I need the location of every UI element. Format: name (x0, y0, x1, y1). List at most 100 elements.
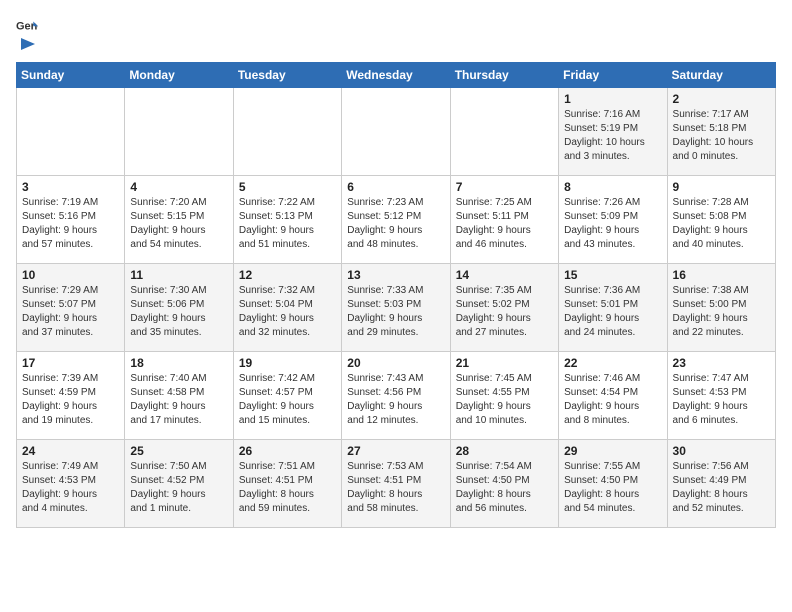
day-info: Sunrise: 7:53 AM Sunset: 4:51 PM Dayligh… (347, 460, 444, 516)
calendar-cell (342, 88, 450, 176)
calendar-cell: 12 Sunrise: 7:32 AM Sunset: 5:04 PM Dayli… (233, 264, 341, 352)
calendar-cell: 3Sunrise: 7:19 AM Sunset: 5:16 PM Daylig… (17, 176, 125, 264)
calendar-cell: 17 Sunrise: 7:39 AM Sunset: 4:59 PM Dayli… (17, 352, 125, 440)
calendar-cell (17, 88, 125, 176)
day-number: 14 (456, 268, 553, 282)
day-info: Sunrise: 7:28 AM Sunset: 5:08 PM Dayligh… (673, 196, 770, 252)
day-number: 29 (564, 444, 661, 458)
calendar-cell: 5 Sunrise: 7:22 AM Sunset: 5:13 PM Daylig… (233, 176, 341, 264)
calendar-table: SundayMondayTuesdayWednesdayThursdayFrid… (16, 62, 776, 528)
calendar-header: SundayMondayTuesdayWednesdayThursdayFrid… (17, 63, 776, 88)
day-info: Sunrise: 7:46 AM Sunset: 4:54 PM Dayligh… (564, 372, 661, 428)
calendar-cell: 9 Sunrise: 7:28 AM Sunset: 5:08 PM Daylig… (667, 176, 775, 264)
day-info: Sunrise: 7:56 AM Sunset: 4:49 PM Dayligh… (673, 460, 770, 516)
calendar-cell: 24 Sunrise: 7:49 AM Sunset: 4:53 PM Dayli… (17, 440, 125, 528)
calendar-body: 1 Sunrise: 7:16 AM Sunset: 5:19 PM Daylig… (17, 88, 776, 528)
logo-triangle-icon (17, 34, 37, 54)
day-number: 6 (347, 180, 444, 194)
calendar-cell (233, 88, 341, 176)
day-number: 22 (564, 356, 661, 370)
day-number: 13 (347, 268, 444, 282)
weekday-header-row: SundayMondayTuesdayWednesdayThursdayFrid… (17, 63, 776, 88)
calendar-week-5: 24 Sunrise: 7:49 AM Sunset: 4:53 PM Dayli… (17, 440, 776, 528)
calendar-cell: 2Sunrise: 7:17 AM Sunset: 5:18 PM Daylig… (667, 88, 775, 176)
day-info: Sunrise: 7:39 AM Sunset: 4:59 PM Dayligh… (22, 372, 119, 428)
day-number: 10 (22, 268, 119, 282)
day-number: 12 (239, 268, 336, 282)
calendar-cell: 23 Sunrise: 7:47 AM Sunset: 4:53 PM Dayli… (667, 352, 775, 440)
day-number: 26 (239, 444, 336, 458)
weekday-header-sunday: Sunday (17, 63, 125, 88)
day-number: 1 (564, 92, 661, 106)
calendar-cell: 11 Sunrise: 7:30 AM Sunset: 5:06 PM Dayli… (125, 264, 233, 352)
calendar-cell: 16Sunrise: 7:38 AM Sunset: 5:00 PM Dayli… (667, 264, 775, 352)
calendar-cell: 14 Sunrise: 7:35 AM Sunset: 5:02 PM Dayli… (450, 264, 558, 352)
calendar-cell: 7 Sunrise: 7:25 AM Sunset: 5:11 PM Daylig… (450, 176, 558, 264)
day-info: Sunrise: 7:45 AM Sunset: 4:55 PM Dayligh… (456, 372, 553, 428)
calendar-cell: 20Sunrise: 7:43 AM Sunset: 4:56 PM Dayli… (342, 352, 450, 440)
day-info: Sunrise: 7:43 AM Sunset: 4:56 PM Dayligh… (347, 372, 444, 428)
day-number: 2 (673, 92, 770, 106)
weekday-header-monday: Monday (125, 63, 233, 88)
day-number: 18 (130, 356, 227, 370)
day-info: Sunrise: 7:32 AM Sunset: 5:04 PM Dayligh… (239, 284, 336, 340)
day-info: Sunrise: 7:22 AM Sunset: 5:13 PM Dayligh… (239, 196, 336, 252)
calendar-cell: 19Sunrise: 7:42 AM Sunset: 4:57 PM Dayli… (233, 352, 341, 440)
day-info: Sunrise: 7:38 AM Sunset: 5:00 PM Dayligh… (673, 284, 770, 340)
calendar-cell: 15Sunrise: 7:36 AM Sunset: 5:01 PM Dayli… (559, 264, 667, 352)
day-info: Sunrise: 7:23 AM Sunset: 5:12 PM Dayligh… (347, 196, 444, 252)
calendar-week-4: 17 Sunrise: 7:39 AM Sunset: 4:59 PM Dayli… (17, 352, 776, 440)
page-header: General (16, 16, 776, 50)
calendar-cell: 28 Sunrise: 7:54 AM Sunset: 4:50 PM Dayli… (450, 440, 558, 528)
day-info: Sunrise: 7:35 AM Sunset: 5:02 PM Dayligh… (456, 284, 553, 340)
calendar-cell: 29Sunrise: 7:55 AM Sunset: 4:50 PM Dayli… (559, 440, 667, 528)
day-number: 21 (456, 356, 553, 370)
day-info: Sunrise: 7:30 AM Sunset: 5:06 PM Dayligh… (130, 284, 227, 340)
calendar-week-2: 3Sunrise: 7:19 AM Sunset: 5:16 PM Daylig… (17, 176, 776, 264)
day-number: 27 (347, 444, 444, 458)
calendar-cell: 10Sunrise: 7:29 AM Sunset: 5:07 PM Dayli… (17, 264, 125, 352)
day-info: Sunrise: 7:47 AM Sunset: 4:53 PM Dayligh… (673, 372, 770, 428)
calendar-cell: 1 Sunrise: 7:16 AM Sunset: 5:19 PM Daylig… (559, 88, 667, 176)
day-info: Sunrise: 7:54 AM Sunset: 4:50 PM Dayligh… (456, 460, 553, 516)
day-number: 7 (456, 180, 553, 194)
day-info: Sunrise: 7:33 AM Sunset: 5:03 PM Dayligh… (347, 284, 444, 340)
day-number: 30 (673, 444, 770, 458)
logo-icon: General (16, 18, 38, 36)
calendar-cell: 25 Sunrise: 7:50 AM Sunset: 4:52 PM Dayli… (125, 440, 233, 528)
day-info: Sunrise: 7:50 AM Sunset: 4:52 PM Dayligh… (130, 460, 227, 516)
day-number: 24 (22, 444, 119, 458)
logo: General (16, 16, 38, 50)
day-info: Sunrise: 7:20 AM Sunset: 5:15 PM Dayligh… (130, 196, 227, 252)
day-number: 25 (130, 444, 227, 458)
calendar-cell (450, 88, 558, 176)
calendar-cell: 8Sunrise: 7:26 AM Sunset: 5:09 PM Daylig… (559, 176, 667, 264)
day-number: 4 (130, 180, 227, 194)
calendar-cell: 22 Sunrise: 7:46 AM Sunset: 4:54 PM Dayli… (559, 352, 667, 440)
day-number: 9 (673, 180, 770, 194)
day-number: 8 (564, 180, 661, 194)
calendar-cell: 21 Sunrise: 7:45 AM Sunset: 4:55 PM Dayli… (450, 352, 558, 440)
weekday-header-thursday: Thursday (450, 63, 558, 88)
weekday-header-friday: Friday (559, 63, 667, 88)
weekday-header-saturday: Saturday (667, 63, 775, 88)
day-number: 28 (456, 444, 553, 458)
day-number: 23 (673, 356, 770, 370)
weekday-header-tuesday: Tuesday (233, 63, 341, 88)
day-number: 5 (239, 180, 336, 194)
calendar-cell (125, 88, 233, 176)
day-info: Sunrise: 7:25 AM Sunset: 5:11 PM Dayligh… (456, 196, 553, 252)
calendar-cell: 30 Sunrise: 7:56 AM Sunset: 4:49 PM Dayli… (667, 440, 775, 528)
day-number: 11 (130, 268, 227, 282)
svg-text:General: General (16, 20, 38, 32)
day-info: Sunrise: 7:36 AM Sunset: 5:01 PM Dayligh… (564, 284, 661, 340)
calendar-week-3: 10Sunrise: 7:29 AM Sunset: 5:07 PM Dayli… (17, 264, 776, 352)
weekday-header-wednesday: Wednesday (342, 63, 450, 88)
calendar-cell: 27 Sunrise: 7:53 AM Sunset: 4:51 PM Dayli… (342, 440, 450, 528)
day-info: Sunrise: 7:19 AM Sunset: 5:16 PM Dayligh… (22, 196, 119, 252)
day-number: 17 (22, 356, 119, 370)
calendar-cell: 26Sunrise: 7:51 AM Sunset: 4:51 PM Dayli… (233, 440, 341, 528)
day-info: Sunrise: 7:16 AM Sunset: 5:19 PM Dayligh… (564, 108, 661, 164)
calendar-cell: 6 Sunrise: 7:23 AM Sunset: 5:12 PM Daylig… (342, 176, 450, 264)
day-info: Sunrise: 7:49 AM Sunset: 4:53 PM Dayligh… (22, 460, 119, 516)
